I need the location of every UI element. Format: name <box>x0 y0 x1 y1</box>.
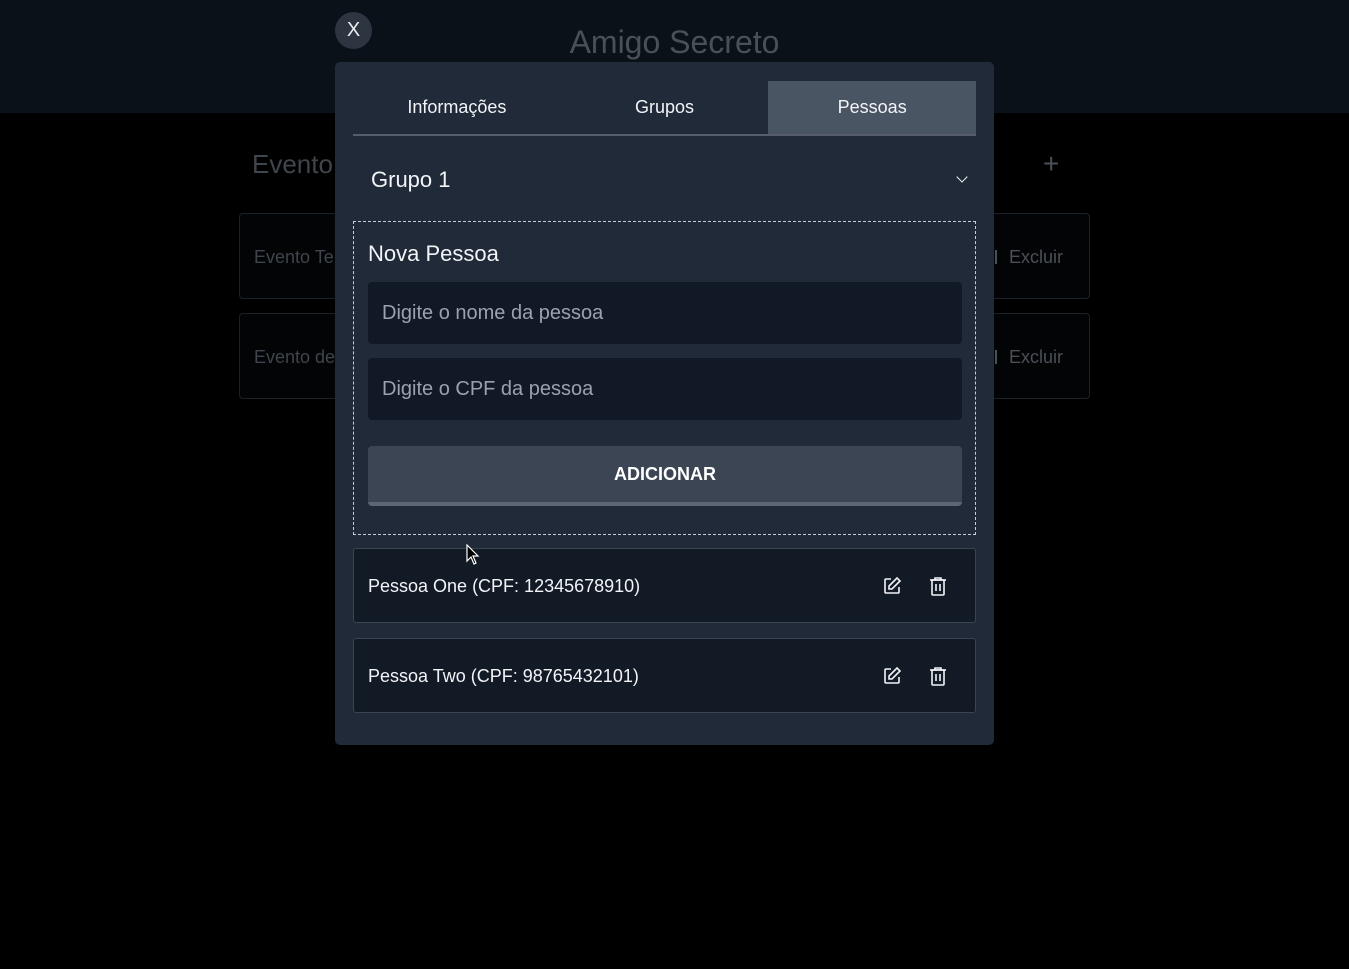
person-cpf-input[interactable] <box>368 358 962 420</box>
delete-event-button[interactable]: Excluir <box>994 347 1063 368</box>
event-name: Evento de <box>254 347 336 367</box>
add-event-button[interactable]: + <box>1043 148 1059 180</box>
tab-grupos[interactable]: Grupos <box>561 81 769 134</box>
person-list-item: Pessoa Two (CPF: 98765432101) <box>353 638 976 713</box>
delete-label: Excluir <box>1008 247 1063 267</box>
person-label: Pessoa One (CPF: 12345678910) <box>368 576 641 596</box>
delete-label: Excluir <box>1008 347 1063 367</box>
tab-informacoes[interactable]: Informações <box>353 81 561 134</box>
person-name-input[interactable] <box>368 282 962 344</box>
event-name: Evento Te <box>254 247 334 267</box>
chevron-down-icon <box>956 171 968 183</box>
mouse-cursor-icon <box>466 544 480 565</box>
tab-pessoas[interactable]: Pessoas <box>768 81 977 134</box>
group-select-value: Grupo 1 <box>371 167 451 192</box>
person-list-item: Pessoa One (CPF: 12345678910) <box>353 548 976 623</box>
trash-icon[interactable] <box>927 665 949 687</box>
person-label: Pessoa Two (CPF: 98765432101) <box>368 666 639 686</box>
trash-icon[interactable] <box>927 575 949 597</box>
section-title: Evento <box>252 149 333 179</box>
trash-icon <box>994 250 1001 264</box>
trash-icon <box>994 350 1001 364</box>
new-person-title: Nova Pessoa <box>368 241 499 266</box>
edit-icon[interactable] <box>881 665 903 687</box>
delete-event-button[interactable]: Excluir <box>994 247 1063 268</box>
add-person-button[interactable]: ADICIONAR <box>368 446 962 506</box>
modal-tabs: Informações Grupos Pessoas <box>353 81 977 136</box>
group-select[interactable]: Grupo 1 <box>353 156 976 204</box>
event-modal: Informações Grupos Pessoas Grupo 1 Nova … <box>335 62 994 745</box>
app-title: Amigo Secreto <box>569 24 780 60</box>
new-person-form: Nova Pessoa ADICIONAR <box>353 221 976 535</box>
close-modal-button[interactable]: X <box>335 12 372 49</box>
edit-icon[interactable] <box>881 575 903 597</box>
